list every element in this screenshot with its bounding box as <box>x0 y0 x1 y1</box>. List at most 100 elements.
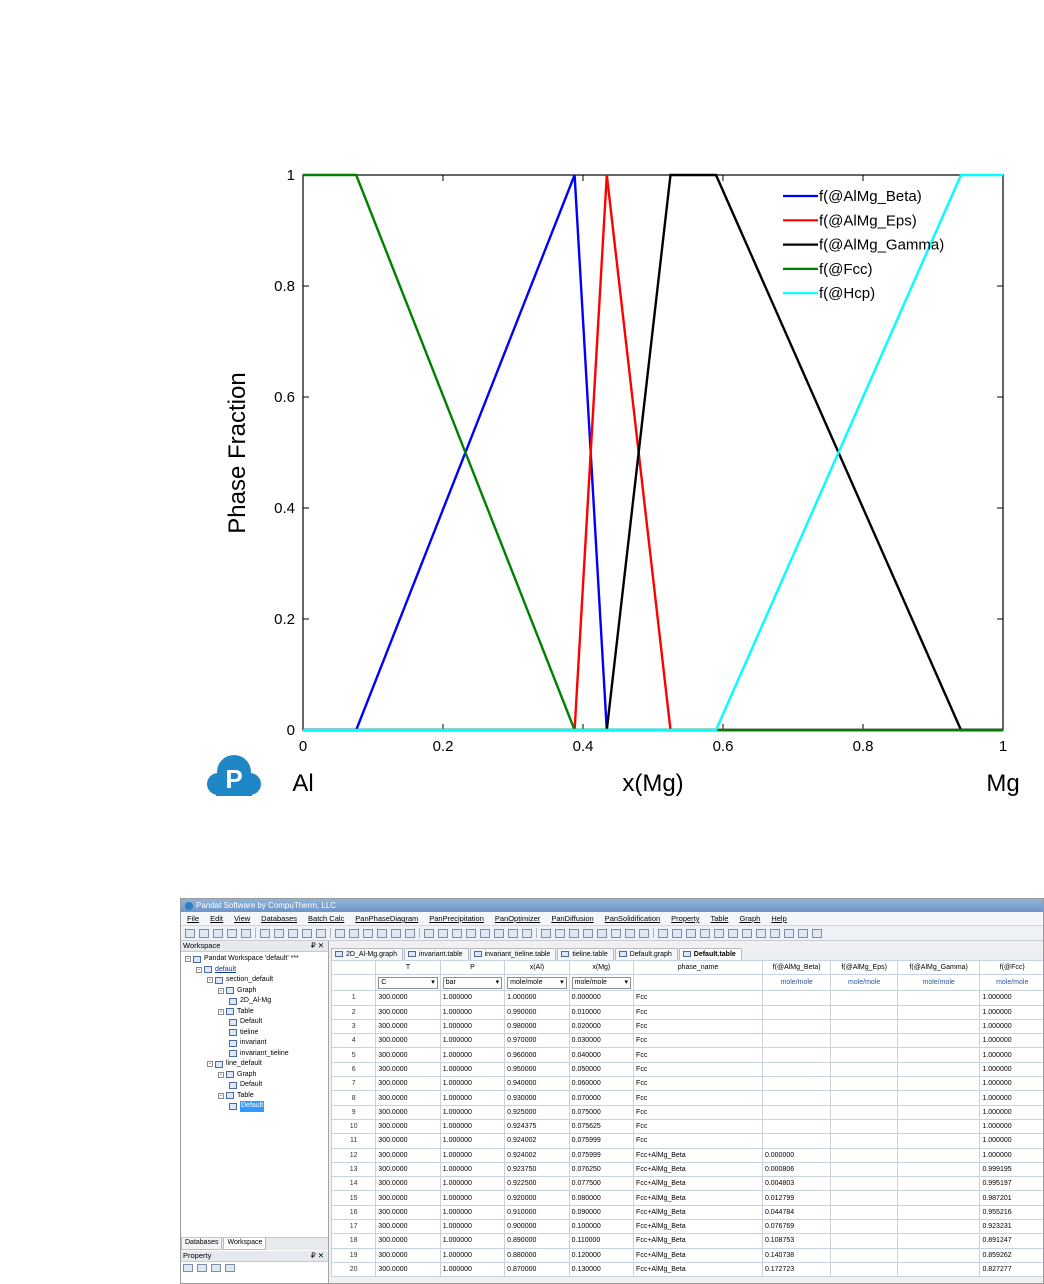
table-cell[interactable]: 1.000000 <box>439 1176 506 1192</box>
table-cell[interactable]: 0.044784 <box>761 1204 832 1221</box>
table-cell[interactable]: 0.859262 <box>979 1247 1043 1263</box>
toolbar-button-icon[interactable] <box>672 928 682 938</box>
tree-node[interactable]: - Graph <box>185 1070 328 1081</box>
toolbar-button-icon[interactable] <box>555 928 565 938</box>
toolbar-button-icon[interactable] <box>541 928 551 938</box>
table-cell[interactable] <box>830 1004 898 1020</box>
pages-icon[interactable] <box>211 1264 221 1272</box>
table-cell[interactable] <box>896 1061 981 1078</box>
table-cell[interactable] <box>896 1147 981 1163</box>
table-cell[interactable] <box>896 1176 981 1192</box>
table-cell[interactable]: 1.000000 <box>979 1018 1043 1035</box>
table-cell[interactable] <box>761 1118 832 1135</box>
table-cell[interactable]: 1.000000 <box>439 1004 506 1020</box>
menu-pandiffusion[interactable]: PanDiffusion <box>551 914 593 923</box>
toolbar-button-icon[interactable] <box>798 928 808 938</box>
toolbar-button-icon[interactable] <box>625 928 635 938</box>
column-header[interactable]: f(@AlMg_Gamma) <box>896 959 981 976</box>
doc-tab[interactable]: Default.table <box>678 948 742 960</box>
table-cell[interactable] <box>830 1161 898 1178</box>
table-cell[interactable] <box>896 1219 981 1235</box>
toolbar-button-icon[interactable] <box>227 928 237 938</box>
toolbar-button-icon[interactable] <box>199 928 209 938</box>
expand-collapse-icon[interactable]: - <box>218 987 224 994</box>
table-cell[interactable]: 300.0000 <box>375 1090 441 1106</box>
table-row[interactable]: 11 300.0000 1.000000 0.924002 0.075999 Fcc 1.0… <box>330 1133 1043 1149</box>
table-cell[interactable] <box>761 1004 832 1020</box>
table-cell[interactable]: 1.000000 <box>979 1090 1043 1106</box>
table-cell[interactable]: 0.075000 <box>568 1104 635 1120</box>
table-cell[interactable]: 1.000000 <box>979 990 1043 1006</box>
table-cell[interactable]: 1.000000 <box>439 1061 506 1078</box>
table-cell[interactable]: 0.075625 <box>568 1118 635 1135</box>
pin-close-icon[interactable]: ₽ ✕ <box>311 941 324 951</box>
menu-databases[interactable]: Databases <box>261 914 297 923</box>
table-cell[interactable]: 1.000000 <box>979 1004 1043 1020</box>
table-cell[interactable]: 1.000000 <box>439 1233 506 1249</box>
table-cell[interactable]: 0.012799 <box>761 1190 832 1206</box>
table-cell[interactable] <box>830 1033 898 1049</box>
table-cell[interactable] <box>896 1004 981 1020</box>
table-cell[interactable]: 300.0000 <box>375 1233 441 1249</box>
table-cell[interactable] <box>830 1090 898 1106</box>
table-cell[interactable]: 300.0000 <box>375 1147 441 1163</box>
table-cell[interactable]: 1.000000 <box>979 1033 1043 1049</box>
menu-property[interactable]: Property <box>671 914 699 923</box>
table-cell[interactable] <box>830 1176 898 1192</box>
table-cell[interactable] <box>761 1033 832 1049</box>
menu-graph[interactable]: Graph <box>739 914 760 923</box>
toolbar-button-icon[interactable] <box>756 928 766 938</box>
table-cell[interactable]: 300.0000 <box>375 1161 441 1178</box>
table-cell[interactable]: 0.000000 <box>568 990 635 1006</box>
doc-tab[interactable]: invariant.table <box>403 948 469 960</box>
tree-node[interactable]: - Table <box>185 1091 328 1102</box>
table-row[interactable]: 9 300.0000 1.000000 0.925000 0.075000 Fcc 1.00… <box>330 1104 1043 1120</box>
table-cell[interactable]: 1.000000 <box>979 1061 1043 1078</box>
table-row[interactable]: 17 300.0000 1.000000 0.900000 0.100000 Fcc+Al… <box>330 1219 1043 1235</box>
toolbar-button-icon[interactable] <box>569 928 579 938</box>
table-cell[interactable]: 300.0000 <box>375 1104 441 1120</box>
table-cell[interactable] <box>830 990 898 1006</box>
table-cell[interactable]: 1.000000 <box>439 1133 506 1149</box>
menu-view[interactable]: View <box>234 914 250 923</box>
table-cell[interactable]: 300.0000 <box>375 1061 441 1078</box>
toolbar-button-icon[interactable] <box>508 928 518 938</box>
toolbar-button-icon[interactable] <box>597 928 607 938</box>
menu-pansolidification[interactable]: PanSolidification <box>605 914 660 923</box>
table-cell[interactable]: Fcc <box>633 1004 763 1020</box>
table-cell[interactable] <box>830 1204 898 1221</box>
table-cell[interactable] <box>761 1133 832 1149</box>
table-cell[interactable]: 0.120000 <box>568 1247 635 1263</box>
table-cell[interactable]: Fcc+AlMg_Beta <box>633 1190 763 1206</box>
unit-dropdown[interactable]: bar <box>442 976 503 989</box>
table-cell[interactable]: Fcc+AlMg_Beta <box>633 1233 763 1249</box>
table-row[interactable]: 13 300.0000 1.000000 0.923750 0.076250 Fcc+Al… <box>330 1161 1043 1178</box>
table-cell[interactable]: 0.130000 <box>568 1261 635 1278</box>
table-cell[interactable]: Fcc <box>633 1133 763 1149</box>
table-row[interactable]: 2 300.0000 1.000000 0.990000 0.010000 Fcc 1.00… <box>330 1004 1043 1020</box>
tree-node[interactable]: - default <box>185 965 328 976</box>
table-cell[interactable]: Fcc <box>633 1104 763 1120</box>
table-cell[interactable]: 0.930000 <box>504 1090 570 1106</box>
table-cell[interactable]: 1.000000 <box>439 1161 506 1178</box>
toolbar-button-icon[interactable] <box>452 928 462 938</box>
table-cell[interactable]: 1.000000 <box>979 1104 1043 1120</box>
toolbar-button-icon[interactable] <box>241 928 251 938</box>
toolbar-button-icon[interactable] <box>494 928 504 938</box>
table-cell[interactable]: 0.100000 <box>568 1219 635 1235</box>
table-cell[interactable]: Fcc+AlMg_Beta <box>633 1147 763 1163</box>
table-cell[interactable]: 0.060000 <box>568 1076 635 1092</box>
doc-tab[interactable]: tieline.table <box>557 948 614 960</box>
table-cell[interactable] <box>830 1061 898 1078</box>
table-cell[interactable] <box>896 1247 981 1263</box>
table-cell[interactable] <box>761 1018 832 1035</box>
table-cell[interactable]: 0.076769 <box>761 1219 832 1235</box>
table-cell[interactable]: 300.0000 <box>375 1076 441 1092</box>
table-row[interactable]: 6 300.0000 1.000000 0.950000 0.050000 Fcc 1.00… <box>330 1061 1043 1078</box>
table-cell[interactable]: 0.995197 <box>979 1176 1043 1192</box>
tree-node[interactable]: - line_default <box>185 1059 328 1070</box>
toolbar-button-icon[interactable] <box>658 928 668 938</box>
toolbar-button-icon[interactable] <box>213 928 223 938</box>
table-cell[interactable]: 0.940000 <box>504 1076 570 1092</box>
table-cell[interactable] <box>896 1047 981 1063</box>
